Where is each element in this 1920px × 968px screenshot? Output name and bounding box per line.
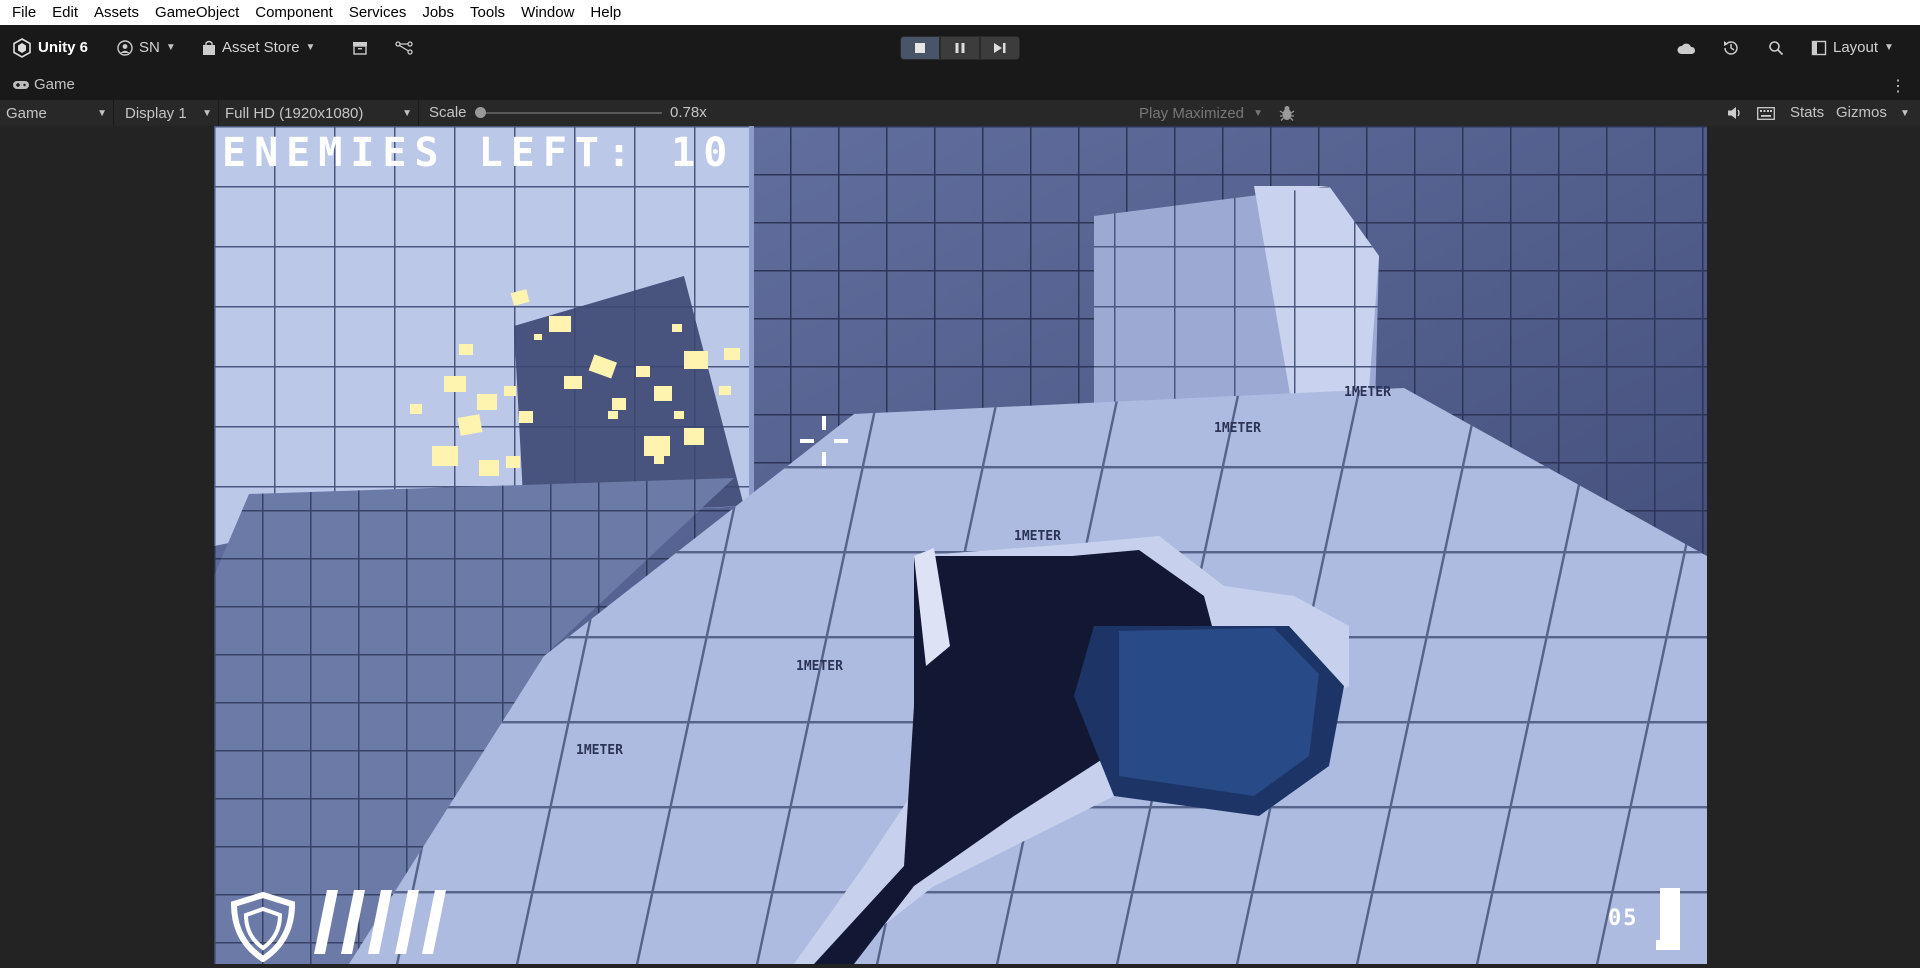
shield-icon — [230, 892, 296, 962]
unity-logo-icon — [13, 37, 31, 58]
menu-help[interactable]: Help — [582, 0, 629, 25]
enemies-left-counter: ENEMIES LEFT: 10 — [222, 130, 736, 176]
unity-version-label: Unity 6 — [38, 39, 89, 56]
chevron-down-icon: ▼ — [1253, 107, 1263, 119]
shopping-bag-icon — [203, 40, 215, 55]
step-button[interactable] — [980, 36, 1020, 60]
play-mode-label: Play Maximized — [1139, 104, 1245, 122]
decal-text: 1METER — [1014, 529, 1061, 544]
ammo-counter: 05 — [1608, 906, 1639, 931]
tab-game-label: Game — [34, 76, 75, 93]
asset-store-dropdown[interactable]: Asset Store ▼ — [202, 25, 315, 70]
scale-label: Scale — [429, 104, 467, 121]
step-forward-icon — [994, 43, 1006, 53]
mute-audio-button[interactable] — [1724, 103, 1746, 123]
history-icon — [1724, 40, 1738, 55]
play-controls — [900, 36, 1020, 60]
display-label: Display 1 — [125, 104, 187, 122]
asset-store-label: Asset Store — [222, 39, 300, 56]
chevron-down-icon: ▼ — [202, 107, 212, 119]
unity-version-button[interactable]: Unity 6 — [12, 25, 88, 70]
game-viewport[interactable]: 1METER 1METER 1METER 1METER 1METER ENEMI… — [214, 126, 1707, 964]
play-mode-dropdown[interactable]: Play Maximized ▼ — [1133, 100, 1269, 126]
menu-bar: File Edit Assets GameObject Component Se… — [0, 0, 1920, 25]
frame-debugger-button[interactable] — [1274, 103, 1300, 123]
gizmos-button[interactable]: Gizmos — [1836, 104, 1887, 121]
resolution-dropdown[interactable]: Full HD (1920x1080) ▼ — [219, 100, 419, 126]
pause-button[interactable] — [940, 36, 980, 60]
menu-edit[interactable]: Edit — [44, 0, 86, 25]
chevron-down-icon: ▼ — [165, 42, 176, 53]
gamepad-icon — [13, 80, 29, 89]
stop-icon — [915, 43, 925, 53]
bug-icon — [1279, 106, 1295, 121]
chevron-down-icon: ▼ — [1884, 42, 1894, 53]
menu-window[interactable]: Window — [513, 0, 582, 25]
version-control-button[interactable] — [395, 25, 413, 70]
history-button[interactable] — [1722, 25, 1740, 70]
archive-icon — [353, 41, 367, 55]
account-dropdown[interactable]: SN ▼ — [117, 25, 176, 70]
menu-services[interactable]: Services — [341, 0, 415, 25]
menu-component[interactable]: Component — [247, 0, 341, 25]
shell-icon — [1656, 888, 1680, 950]
main-toolbar: Unity 6 SN ▼ Asset Store ▼ Layout ▼ — [0, 25, 1920, 70]
layout-dropdown[interactable]: Layout ▼ — [1811, 25, 1894, 70]
game-scene: 1METER 1METER 1METER 1METER 1METER — [214, 126, 1707, 964]
more-options-icon[interactable]: ⋮ — [1890, 76, 1906, 96]
search-button[interactable] — [1768, 25, 1784, 70]
archive-button[interactable] — [352, 25, 368, 70]
menu-file[interactable]: File — [4, 0, 44, 25]
account-label: SN — [139, 39, 160, 56]
stats-button[interactable]: Stats — [1790, 104, 1824, 121]
decal-text: 1METER — [1214, 421, 1261, 436]
account-icon — [117, 39, 133, 56]
health-bars — [314, 890, 446, 954]
keyboard-shortcuts-button[interactable] — [1754, 103, 1778, 123]
pause-icon — [955, 43, 965, 53]
layout-icon — [1811, 40, 1827, 55]
view-mode-dropdown[interactable]: Game ▼ — [0, 100, 114, 126]
decal-text: 1METER — [1344, 385, 1391, 400]
scale-slider-track[interactable] — [480, 112, 662, 114]
gizmos-chevron-icon[interactable]: ▼ — [1900, 108, 1910, 119]
speaker-icon — [1728, 107, 1740, 119]
chevron-down-icon: ▼ — [97, 107, 107, 119]
cloud-button[interactable] — [1676, 25, 1696, 70]
cloud-icon — [1677, 43, 1696, 54]
chevron-down-icon: ▼ — [305, 42, 316, 53]
chevron-down-icon: ▼ — [402, 107, 412, 119]
menu-tools[interactable]: Tools — [462, 0, 513, 25]
branch-icon — [395, 40, 413, 55]
display-dropdown[interactable]: Display 1 ▼ — [119, 100, 219, 126]
tab-strip: Game ⋮ — [0, 70, 1920, 100]
scale-slider-handle[interactable] — [475, 107, 486, 118]
tab-game[interactable]: Game — [12, 76, 75, 93]
layout-label: Layout — [1833, 39, 1879, 56]
stop-button[interactable] — [900, 36, 940, 60]
keyboard-icon — [1757, 106, 1775, 120]
decal-text: 1METER — [796, 659, 843, 674]
menu-assets[interactable]: Assets — [86, 0, 147, 25]
menu-jobs[interactable]: Jobs — [414, 0, 462, 25]
menu-gameobject[interactable]: GameObject — [147, 0, 247, 25]
resolution-label: Full HD (1920x1080) — [225, 104, 364, 122]
view-mode-label: Game — [6, 104, 47, 122]
decal-text: 1METER — [576, 743, 623, 758]
wall-left-edge — [749, 126, 754, 506]
search-icon — [1769, 40, 1784, 55]
scale-value: 0.78x — [670, 104, 707, 121]
game-view-toolbar: Game ▼ Display 1 ▼ Full HD (1920x1080) ▼… — [0, 100, 1920, 126]
